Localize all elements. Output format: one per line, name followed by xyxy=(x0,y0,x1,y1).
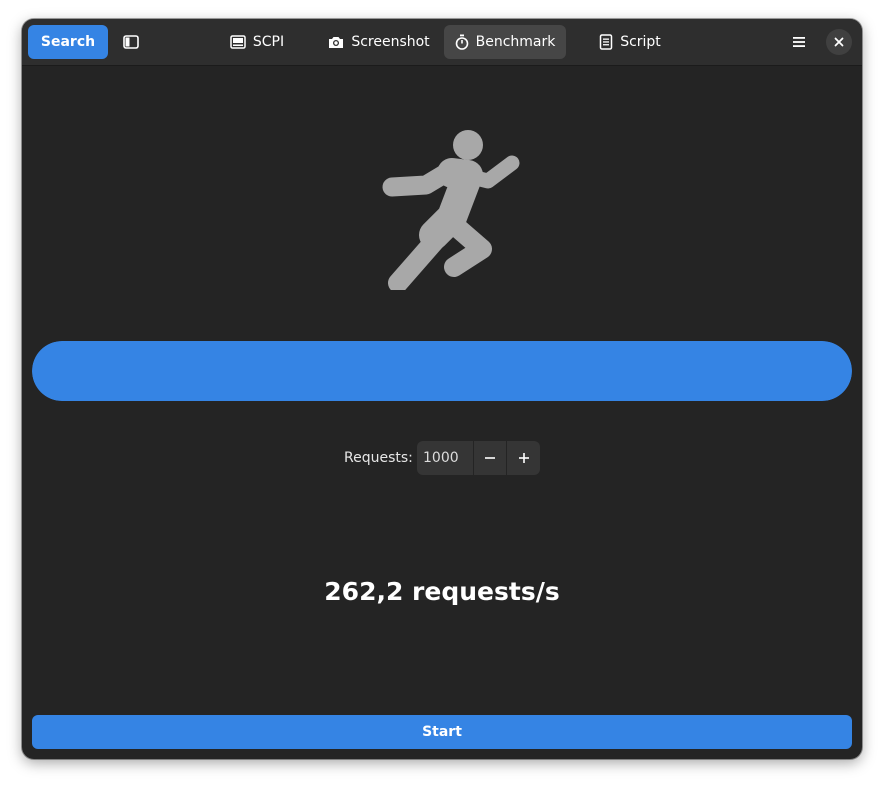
requests-rate-result: 262,2 requests/s xyxy=(324,577,560,606)
search-button[interactable]: Search xyxy=(28,25,108,59)
tab-label: Script xyxy=(620,34,661,50)
requests-label: Requests: xyxy=(344,450,413,466)
sidebar-toggle-button[interactable] xyxy=(114,25,148,59)
terminal-icon xyxy=(230,35,246,49)
camera-icon xyxy=(329,37,344,48)
tab-scpi[interactable]: SCPI xyxy=(222,25,292,59)
requests-spinbutton: 1000 xyxy=(417,441,540,475)
plus-icon xyxy=(518,453,529,463)
header-bar: Search SCPI Screenshot Benchmark Script xyxy=(22,19,862,66)
tab-script[interactable]: Script xyxy=(594,25,666,59)
main-menu-button[interactable] xyxy=(782,25,816,59)
increment-button[interactable] xyxy=(507,441,540,475)
minus-icon xyxy=(484,457,495,459)
tab-screenshot[interactable]: Screenshot xyxy=(324,25,434,59)
tab-label: SCPI xyxy=(252,34,285,50)
tab-label: Benchmark xyxy=(475,34,556,50)
sidebar-icon xyxy=(123,35,139,49)
progress-fill xyxy=(32,341,852,401)
running-person-icon xyxy=(382,130,520,290)
start-button[interactable]: Start xyxy=(32,715,852,749)
close-button[interactable] xyxy=(826,29,852,55)
requests-input[interactable]: 1000 xyxy=(417,441,474,475)
decrement-button[interactable] xyxy=(474,441,508,475)
hamburger-menu-icon xyxy=(793,37,805,47)
document-icon xyxy=(599,34,613,50)
tab-label: Screenshot xyxy=(351,34,430,50)
app-window: Search SCPI Screenshot Benchmark Script … xyxy=(22,19,862,759)
close-icon xyxy=(834,37,844,47)
benchmark-progress-bar xyxy=(32,341,852,401)
tab-benchmark[interactable]: Benchmark xyxy=(444,25,566,59)
stopwatch-icon xyxy=(455,34,468,50)
